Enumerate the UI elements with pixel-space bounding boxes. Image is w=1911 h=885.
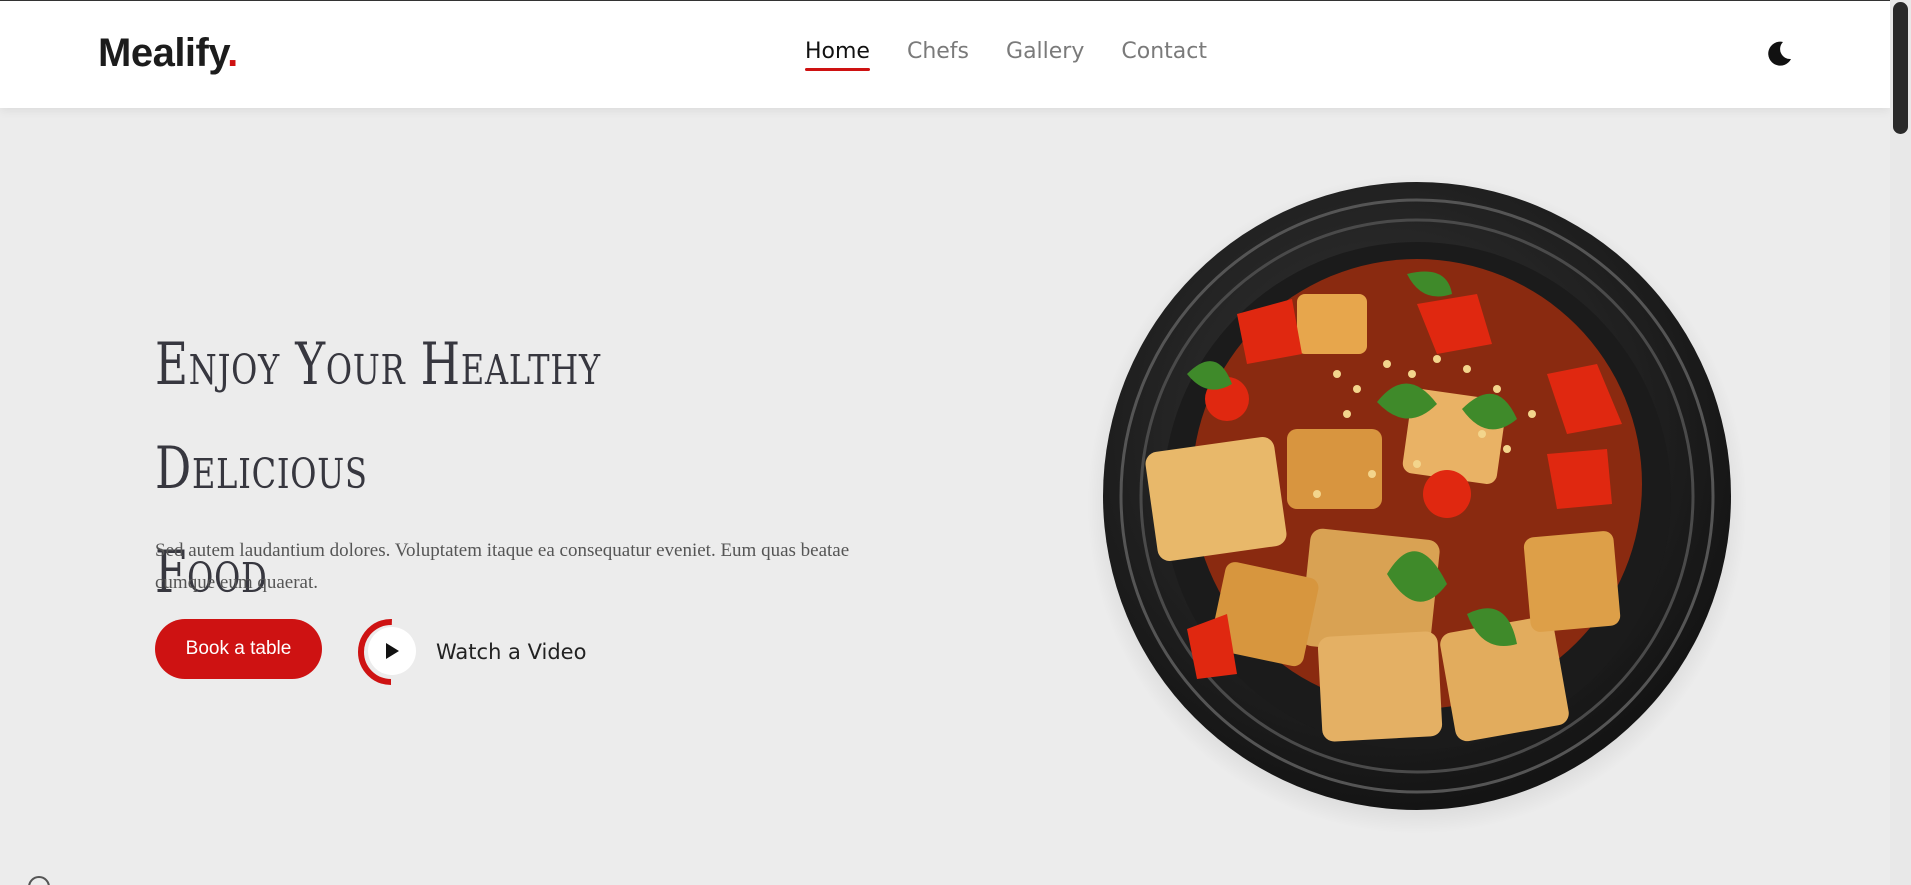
theme-toggle-button[interactable] (1764, 39, 1794, 69)
moon-icon (1768, 41, 1791, 66)
logo-text: Mealify (98, 31, 228, 75)
main-nav: Home Chefs Gallery Contact (805, 39, 1207, 71)
page: Mealify. Home Chefs Gallery Contact Enjo… (0, 0, 1890, 885)
watch-video-link[interactable]: Watch a Video (358, 619, 586, 685)
nav-gallery[interactable]: Gallery (1006, 39, 1084, 68)
food-plate-image (1087, 174, 1747, 834)
book-table-button[interactable]: Book a table (155, 619, 322, 679)
nav-chefs[interactable]: Chefs (907, 39, 969, 68)
scrollbar[interactable] (1890, 0, 1911, 885)
site-header: Mealify. Home Chefs Gallery Contact (0, 0, 1890, 108)
scrollbar-thumb[interactable] (1893, 2, 1908, 134)
nav-contact[interactable]: Contact (1121, 39, 1207, 68)
hero-description: Sed autem laudantium dolores. Voluptatem… (155, 540, 850, 593)
corner-indicator (28, 876, 50, 885)
logo[interactable]: Mealify. (98, 31, 238, 76)
hero-title-line1: Enjoy Your Healthy Delicious (155, 330, 601, 502)
nav-home[interactable]: Home (805, 39, 870, 71)
logo-dot: . (227, 31, 238, 75)
watch-video-label: Watch a Video (436, 640, 587, 664)
play-icon (358, 619, 424, 685)
play-button[interactable] (358, 619, 424, 685)
